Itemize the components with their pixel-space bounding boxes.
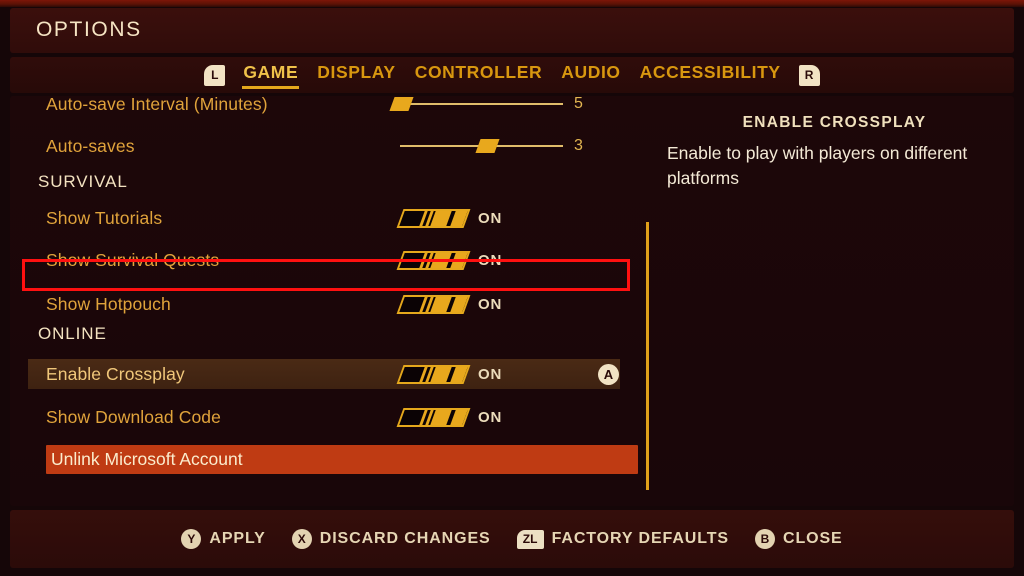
- setting-row-enable-crossplay[interactable]: Enable Crossplay ON A: [28, 359, 620, 389]
- setting-row-auto-saves[interactable]: Auto-saves 3: [28, 131, 620, 161]
- footer-action-label: CLOSE: [782, 530, 843, 547]
- toggle-state: ON: [478, 295, 503, 313]
- setting-row-show-tutorials[interactable]: Show Tutorials ON: [28, 203, 620, 233]
- slider-knob[interactable]: [389, 97, 414, 111]
- button-b-icon: B: [754, 529, 775, 549]
- toggle-show-hotpouch[interactable]: [396, 294, 471, 314]
- footer-action-bar: Y APPLY X DISCARD CHANGES ZL FACTORY DEF…: [10, 510, 1014, 568]
- slider-value: 3: [574, 137, 583, 154]
- tab-bar: L GAME DISPLAY CONTROLLER AUDIO ACCESSIB…: [10, 57, 1014, 93]
- footer-action-label: FACTORY DEFAULTS: [551, 530, 729, 547]
- slider-auto-saves[interactable]: [388, 131, 563, 161]
- setting-label: Enable Crossplay: [46, 363, 185, 384]
- setting-row-show-hotpouch[interactable]: Show Hotpouch ON: [28, 289, 620, 319]
- top-accent-strip: [0, 0, 1024, 7]
- options-screen: OPTIONS L GAME DISPLAY CONTROLLER AUDIO …: [0, 0, 1024, 576]
- toggle-show-download-code[interactable]: [396, 407, 471, 427]
- setting-row-auto-save-interval[interactable]: Auto-save Interval (Minutes) 5: [28, 96, 620, 119]
- toggle-enable-crossplay[interactable]: [396, 364, 471, 384]
- setting-label: Show Hotpouch: [46, 293, 171, 314]
- unlink-label: Unlink Microsoft Account: [51, 449, 243, 469]
- setting-row-show-survival-quests[interactable]: Show Survival Quests ON: [28, 245, 620, 275]
- header-bar: OPTIONS: [10, 8, 1014, 53]
- toggle-state: ON: [478, 209, 503, 227]
- settings-list: Auto-save Interval (Minutes) 5 Auto-save…: [10, 96, 638, 506]
- setting-label: Show Download Code: [46, 406, 221, 427]
- setting-label: Show Tutorials: [46, 207, 163, 228]
- toggle-state: ON: [478, 408, 503, 426]
- footer-action-close[interactable]: B CLOSE: [754, 529, 843, 549]
- tab-row: L GAME DISPLAY CONTROLLER AUDIO ACCESSIB…: [10, 57, 1014, 93]
- tab-accessibility[interactable]: ACCESSIBILITY: [639, 61, 782, 89]
- description-body: Enable to play with players on different…: [667, 143, 968, 188]
- button-hint-a-icon: A: [598, 363, 619, 385]
- slider-track: [400, 103, 563, 105]
- slider-value: 5: [574, 96, 583, 112]
- footer-action-label: DISCARD CHANGES: [319, 530, 491, 547]
- tab-controller[interactable]: CONTROLLER: [414, 61, 544, 89]
- footer-action-discard-changes[interactable]: X DISCARD CHANGES: [291, 529, 491, 549]
- slider-knob[interactable]: [475, 139, 500, 153]
- button-y-icon: Y: [181, 529, 202, 549]
- footer-action-label: APPLY: [209, 530, 266, 547]
- slider-auto-save-interval[interactable]: [388, 96, 563, 119]
- toggle-state: ON: [478, 365, 503, 383]
- toggle-show-tutorials[interactable]: [396, 208, 471, 228]
- scrollbar[interactable]: [646, 222, 649, 490]
- page-title: OPTIONS: [36, 18, 142, 41]
- setting-label: Auto-save Interval (Minutes): [46, 96, 268, 114]
- footer-action-factory-defaults[interactable]: ZL FACTORY DEFAULTS: [516, 529, 729, 549]
- description-panel: ENABLE CROSSPLAY Enable to play with pla…: [655, 96, 1014, 506]
- button-x-icon: X: [291, 529, 312, 549]
- toggle-state: ON: [478, 251, 503, 269]
- shoulder-button-l-icon[interactable]: L: [204, 64, 226, 86]
- unlink-microsoft-account-button[interactable]: Unlink Microsoft Account: [46, 445, 638, 474]
- setting-label: Show Survival Quests: [46, 249, 220, 270]
- setting-row-show-download-code[interactable]: Show Download Code ON: [28, 402, 620, 432]
- setting-label: Auto-saves: [46, 135, 135, 156]
- tab-audio[interactable]: AUDIO: [560, 61, 621, 89]
- button-zl-icon: ZL: [516, 529, 544, 549]
- toggle-show-survival-quests[interactable]: [396, 250, 471, 270]
- tab-display[interactable]: DISPLAY: [316, 61, 396, 89]
- section-header-online: ONLINE: [38, 324, 107, 343]
- section-header-survival: SURVIVAL: [38, 172, 128, 191]
- shoulder-button-r-icon[interactable]: R: [798, 64, 820, 86]
- tab-game[interactable]: GAME: [242, 61, 300, 89]
- description-title: ENABLE CROSSPLAY: [742, 114, 927, 131]
- footer-action-apply[interactable]: Y APPLY: [181, 529, 265, 549]
- content-panel: Auto-save Interval (Minutes) 5 Auto-save…: [10, 96, 1014, 506]
